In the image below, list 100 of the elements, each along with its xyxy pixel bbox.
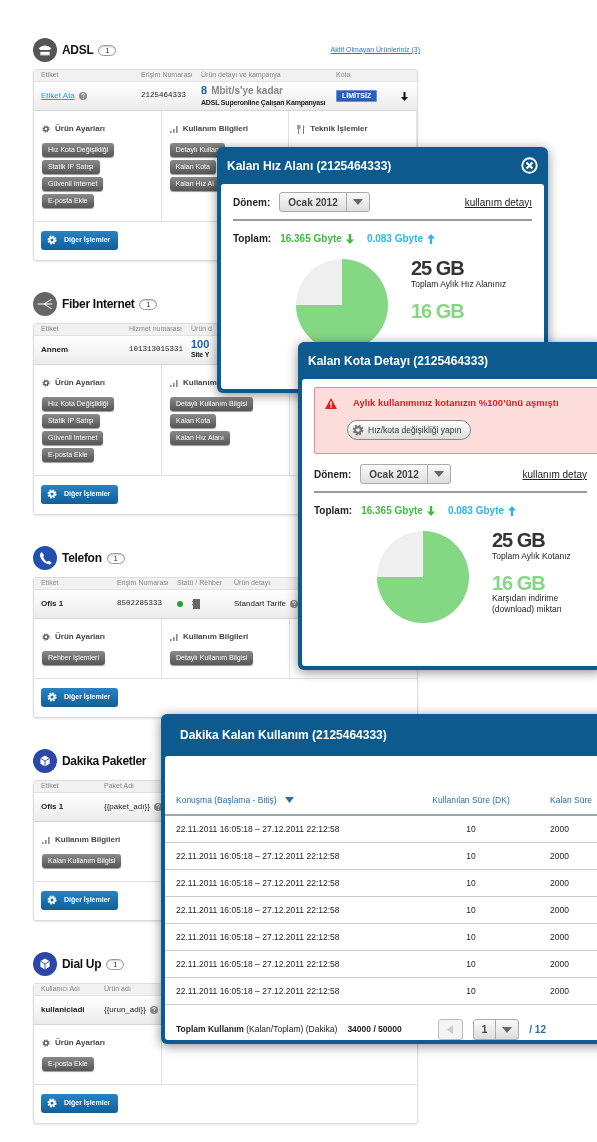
- gear-icon: [42, 1039, 50, 1047]
- package-icon: [33, 952, 57, 976]
- bar-chart-icon: [42, 836, 50, 844]
- total-label: Toplam:: [314, 504, 353, 519]
- label-text: Ofis 1: [41, 598, 64, 610]
- table-cell: 10: [466, 822, 476, 836]
- dialog-title: Kalan Hız Alanı (2125464333): [227, 157, 392, 175]
- speed-unit: Mbit/s'ye kadar: [211, 84, 283, 99]
- table-cell: 22.11.2011 16:05:18 – 27.12.2011 22:12:58: [176, 903, 340, 917]
- download-amount: 16.365 Gbyte: [361, 504, 423, 519]
- table-cell-text: 2000: [549, 930, 569, 944]
- close-icon[interactable]: [521, 157, 538, 174]
- speed-value: 100: [191, 339, 210, 351]
- table-cell-text: 2000: [549, 903, 569, 917]
- change-plan-button[interactable]: Hız/kota değişikliği yapın: [347, 420, 471, 441]
- total-value: 25 GB: [411, 258, 465, 278]
- dialog-title: Kalan Kota Detayı (2125464333): [308, 352, 489, 370]
- dialog-title: Dakika Kalan Kullanım (2125464333): [180, 727, 387, 744]
- table-cell-text: 2000: [549, 822, 569, 836]
- table-cell: 22.11.2011 16:05:18 – 27.12.2011 22:12:58: [176, 876, 340, 890]
- group-title: Kullanım Bilgileri: [183, 631, 249, 643]
- table-cell: 22.11.2011 16:05:18 – 27.12.2011 22:12:58: [176, 984, 340, 998]
- product-detail: {{urun_adi}}: [104, 1004, 146, 1016]
- group-title: Kullanım Bilgileri: [182, 123, 248, 135]
- bar-chart-icon: [170, 633, 178, 641]
- label-text: Annem: [41, 344, 69, 356]
- usage-detail-link[interactable]: kullanım detay: [522, 466, 587, 482]
- group-title: Ürün Ayarları: [55, 631, 106, 643]
- down-arrow-icon: [345, 233, 354, 244]
- caret-icon[interactable]: [352, 199, 363, 205]
- section-title: ADSL: [62, 42, 94, 59]
- group-title: Kullanım: [183, 377, 217, 389]
- gear-icon: [47, 692, 57, 702]
- speed-value: 8: [201, 85, 208, 97]
- used-value: 16 GB: [492, 573, 546, 593]
- total-usage-label: Toplam Kullanım (Kalan/Toplam) (Dakika): [176, 1023, 338, 1036]
- up-arrow-icon: [427, 233, 436, 244]
- phonebook-icon: [192, 599, 200, 609]
- section-title: Dakika Paketler: [62, 753, 147, 770]
- product-detail: {{paket_adı}}: [104, 801, 150, 813]
- section-title: Dial Up: [62, 956, 102, 973]
- left-arrow-icon: [447, 1025, 454, 1034]
- table-cell: 10: [466, 849, 476, 863]
- total-value: 25 GB: [492, 530, 546, 551]
- section-title: Telefon: [62, 550, 102, 567]
- page-count: / 12: [529, 1023, 546, 1037]
- gear-icon: [47, 895, 57, 905]
- total-caption: Toplam Aylık Hız Alanınız: [411, 278, 507, 291]
- table-cell: 22.11.2011 16:05:18 – 27.12.2011 22:12:58: [176, 849, 340, 863]
- down-arrow-icon[interactable]: [401, 91, 408, 101]
- tools-icon: [297, 124, 306, 134]
- period-select[interactable]: Ocak 2012: [279, 192, 370, 212]
- group-title: Teknik İşlemler: [310, 123, 368, 135]
- label-link[interactable]: Etiket Ata: [41, 90, 75, 102]
- warning-icon: [325, 397, 337, 409]
- page-select[interactable]: 1: [472, 1019, 520, 1040]
- table-cell: 22.11.2011 16:05:18 – 27.12.2011 22:12:58: [176, 822, 340, 836]
- gear-icon: [47, 1098, 57, 1108]
- total-label: Toplam:: [233, 232, 272, 246]
- caret-icon[interactable]: [502, 1026, 513, 1033]
- table-cell: 22.11.2011 16:05:18 – 27.12.2011 22:12:58: [176, 930, 340, 944]
- total-caption: Toplam Aylık Kotanız: [492, 550, 572, 563]
- package-icon: [33, 749, 57, 773]
- table-cell-text: 2000: [549, 849, 569, 863]
- table-cell: 22.11.2011 16:05:18 – 27.12.2011 22:12:58: [176, 957, 340, 971]
- period-label: Dönem:: [233, 195, 271, 210]
- phone-icon: [33, 546, 57, 570]
- up-arrow-icon: [508, 505, 517, 516]
- table-cell: 10: [466, 903, 476, 917]
- table-cell-text: 2000: [549, 876, 569, 890]
- gear-icon: [47, 489, 57, 499]
- product-detail: Standart Tarife: [234, 598, 286, 610]
- usage-detail-link[interactable]: kullanım detayı: [464, 194, 532, 210]
- column-header[interactable]: Konuşma (Başlama - Bitiş): [176, 793, 277, 807]
- label-text: Ofis 1: [41, 801, 64, 813]
- group-title: Ürün Ayarları: [55, 123, 106, 135]
- fiber-icon: [33, 292, 57, 316]
- bar-chart-icon: [170, 379, 178, 387]
- used-value: 16 GB: [411, 300, 465, 321]
- label-text: kullaniciadi: [41, 1004, 85, 1016]
- gear-icon: [42, 633, 50, 641]
- modem-icon: [33, 38, 57, 62]
- sort-icon[interactable]: [284, 797, 294, 803]
- download-amount: 16.365 Gbyte: [280, 232, 342, 246]
- upload-amount: 0.083 Gbyte: [447, 504, 505, 519]
- table-cell-text: 2000: [549, 984, 569, 998]
- period-select[interactable]: Ocak 2012: [360, 464, 451, 485]
- gear-icon: [47, 235, 57, 245]
- column-header[interactable]: Kalan Süre: [550, 793, 593, 807]
- group-title: Ürün Ayarları: [55, 377, 106, 389]
- table-cell-text: 2000: [549, 957, 569, 971]
- group-title: Ürün Ayarları: [55, 1037, 106, 1049]
- gear-icon: [42, 379, 50, 387]
- caret-icon[interactable]: [433, 471, 444, 478]
- bar-chart-icon: [169, 125, 178, 133]
- upload-amount: 0.083 Gbyte: [366, 232, 424, 246]
- column-header[interactable]: Kullanılan Süre (DK): [432, 793, 510, 807]
- gear-icon: [42, 125, 50, 133]
- section-title: Fiber Internet: [62, 296, 135, 313]
- period-label: Dönem:: [314, 467, 352, 482]
